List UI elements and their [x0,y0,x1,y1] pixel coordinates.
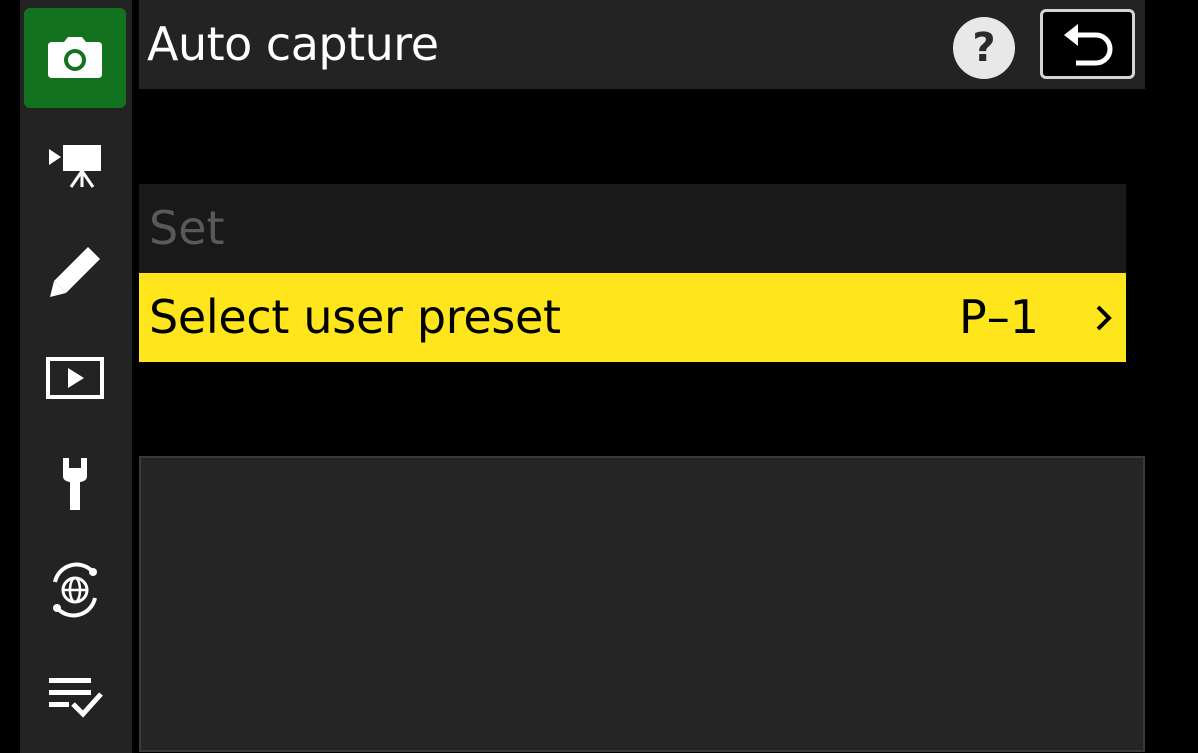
help-button[interactable]: ? [953,17,1015,79]
network-globe-icon [53,562,97,618]
return-arrow-icon [1063,24,1112,66]
tab-my-menu[interactable] [24,646,126,746]
menu-item-preset-value: P–1 [959,290,1040,344]
wrench-icon [63,458,87,510]
pencil-icon [50,247,100,297]
tab-playback[interactable] [24,328,126,428]
menu-item-set: Set [139,184,1126,273]
my-menu-checklist-icon [49,678,103,718]
tab-video-recording[interactable] [24,116,126,216]
tab-retouch[interactable] [24,222,126,322]
tab-setup[interactable] [24,434,126,534]
playback-icon [46,357,104,399]
camera-icon [48,37,102,78]
menu-item-set-label: Set [149,201,225,255]
chevron-right-icon [1096,305,1112,331]
menu-item-preset-label: Select user preset [149,290,561,344]
back-button[interactable] [1040,9,1135,79]
info-panel [139,456,1145,752]
tab-network[interactable] [24,540,126,640]
menu-item-select-user-preset[interactable]: Select user preset P–1 [139,273,1126,362]
movie-camera-icon [49,145,101,188]
menu-header: Auto capture ? [139,0,1145,89]
tab-photo-shooting[interactable] [24,8,126,108]
menu-sidebar [20,0,132,753]
page-title: Auto capture [147,17,439,71]
